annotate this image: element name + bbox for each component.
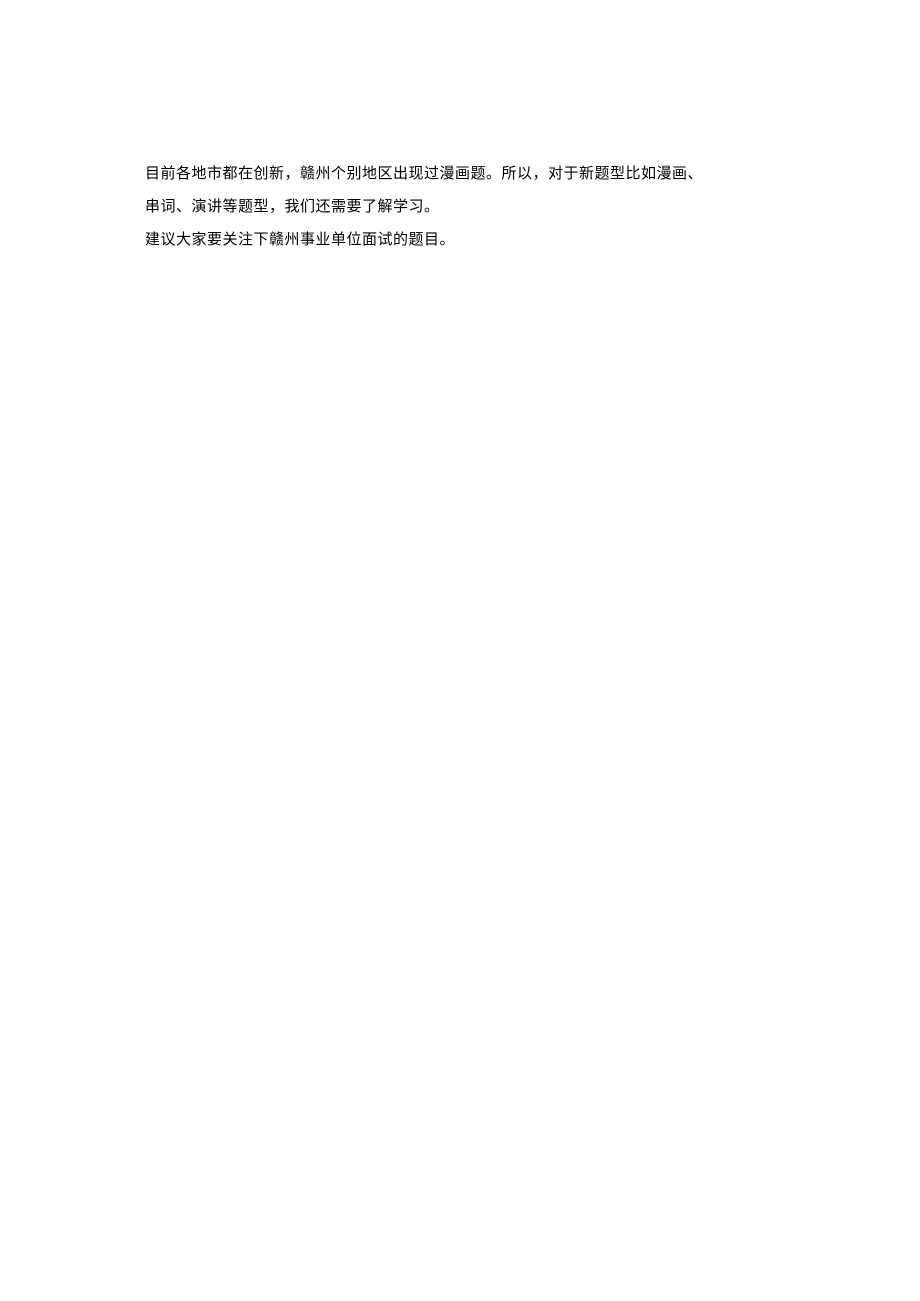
paragraph-line: 串词、演讲等题型，我们还需要了解学习。 (145, 191, 780, 224)
document-content: 目前各地市都在创新，赣州个别地区出现过漫画题。所以，对于新题型比如漫画、 串词、… (145, 158, 780, 257)
paragraph-line: 目前各地市都在创新，赣州个别地区出现过漫画题。所以，对于新题型比如漫画、 (145, 158, 780, 191)
paragraph-line: 建议大家要关注下赣州事业单位面试的题目。 (145, 224, 780, 257)
